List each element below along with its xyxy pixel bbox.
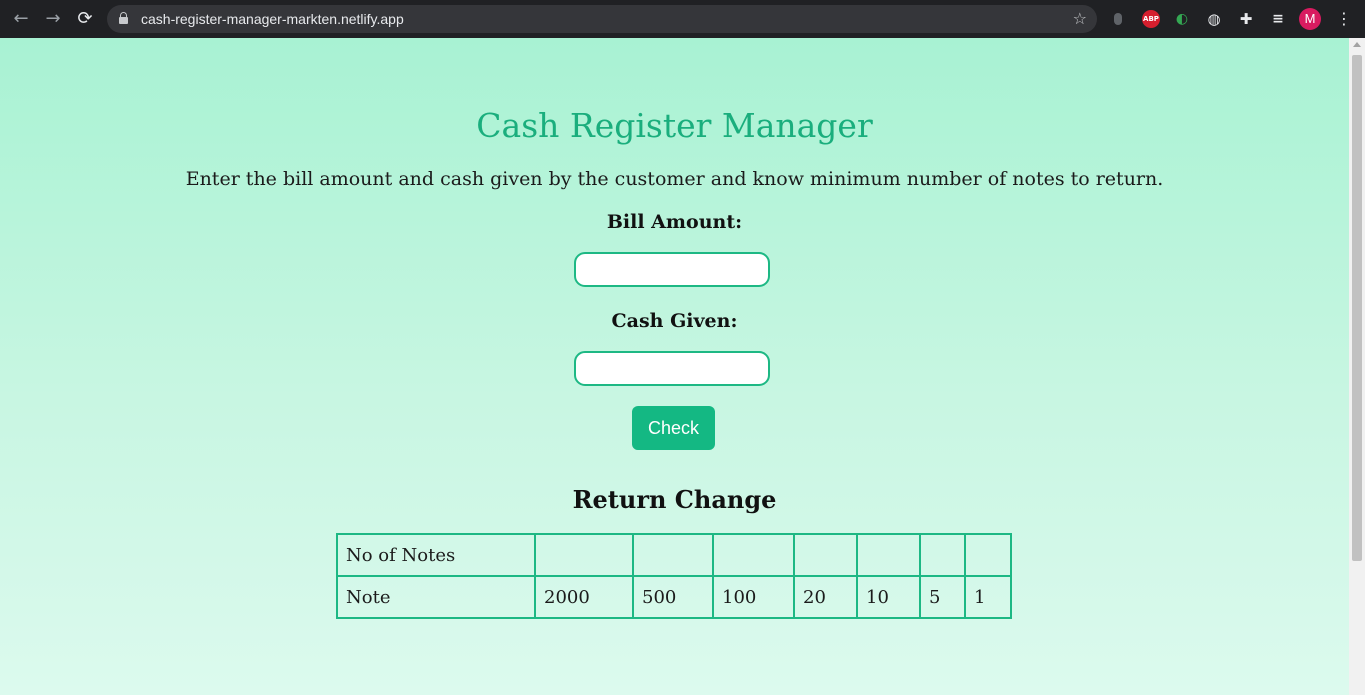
globe-icon[interactable]: ◍	[1205, 10, 1223, 28]
table-row: No of Notes	[336, 533, 1012, 577]
notes-count-cell	[632, 533, 714, 577]
eye-extension-icon[interactable]: ◐	[1173, 10, 1191, 28]
note-value-cell: 500	[632, 575, 714, 619]
table-row: Note 2000 500 100 20 10 5 1	[336, 575, 1012, 619]
check-button[interactable]: Check	[632, 406, 715, 450]
lock-icon	[119, 12, 128, 24]
bill-amount-input[interactable]	[574, 252, 770, 287]
note-value-cell: 20	[793, 575, 858, 619]
table-row-header: No of Notes	[336, 533, 536, 577]
profile-avatar[interactable]: M	[1299, 8, 1321, 30]
table-row-header: Note	[336, 575, 536, 619]
note-value-cell: 10	[856, 575, 921, 619]
reload-icon[interactable]: ⟳	[72, 6, 98, 32]
notes-table: No of Notes Note 2000 500 100 20 10 5 1	[336, 533, 1012, 619]
cash-given-input[interactable]	[574, 351, 770, 386]
return-change-heading: Return Change	[572, 485, 777, 514]
page-description: Enter the bill amount and cash given by …	[185, 168, 1164, 190]
page-title: Cash Register Manager	[476, 106, 873, 145]
media-control-icon[interactable]: ≡	[1269, 10, 1287, 28]
vertical-scrollbar[interactable]	[1349, 38, 1365, 695]
adblock-icon[interactable]: ABP	[1142, 10, 1160, 28]
bill-amount-label: Bill Amount:	[606, 211, 743, 233]
extensions-puzzle-icon[interactable]: ✚	[1237, 10, 1255, 28]
address-bar[interactable]: cash-register-manager-markten.netlify.ap…	[107, 5, 1097, 33]
notes-count-cell	[919, 533, 966, 577]
cash-given-label: Cash Given:	[611, 310, 738, 332]
menu-dots-icon[interactable]: ⋮	[1336, 7, 1352, 31]
bookmark-star-icon[interactable]: ☆	[1073, 5, 1087, 33]
notes-count-cell	[712, 533, 795, 577]
browser-toolbar: ← → ⟳ cash-register-manager-markten.netl…	[0, 0, 1365, 38]
note-value-cell: 1	[964, 575, 1012, 619]
note-value-cell: 5	[919, 575, 966, 619]
notes-count-cell	[964, 533, 1012, 577]
back-arrow-icon[interactable]: ←	[8, 6, 34, 32]
url-text: cash-register-manager-markten.netlify.ap…	[141, 11, 404, 27]
scroll-up-arrow-icon[interactable]	[1353, 42, 1361, 47]
notes-count-cell	[856, 533, 921, 577]
note-value-cell: 100	[712, 575, 795, 619]
forward-arrow-icon[interactable]: →	[40, 6, 66, 32]
page-body: Cash Register Manager Enter the bill amo…	[0, 38, 1349, 695]
note-value-cell: 2000	[534, 575, 634, 619]
extension-icon[interactable]	[1114, 13, 1122, 25]
notes-count-cell	[793, 533, 858, 577]
scrollbar-thumb[interactable]	[1352, 55, 1362, 561]
notes-count-cell	[534, 533, 634, 577]
